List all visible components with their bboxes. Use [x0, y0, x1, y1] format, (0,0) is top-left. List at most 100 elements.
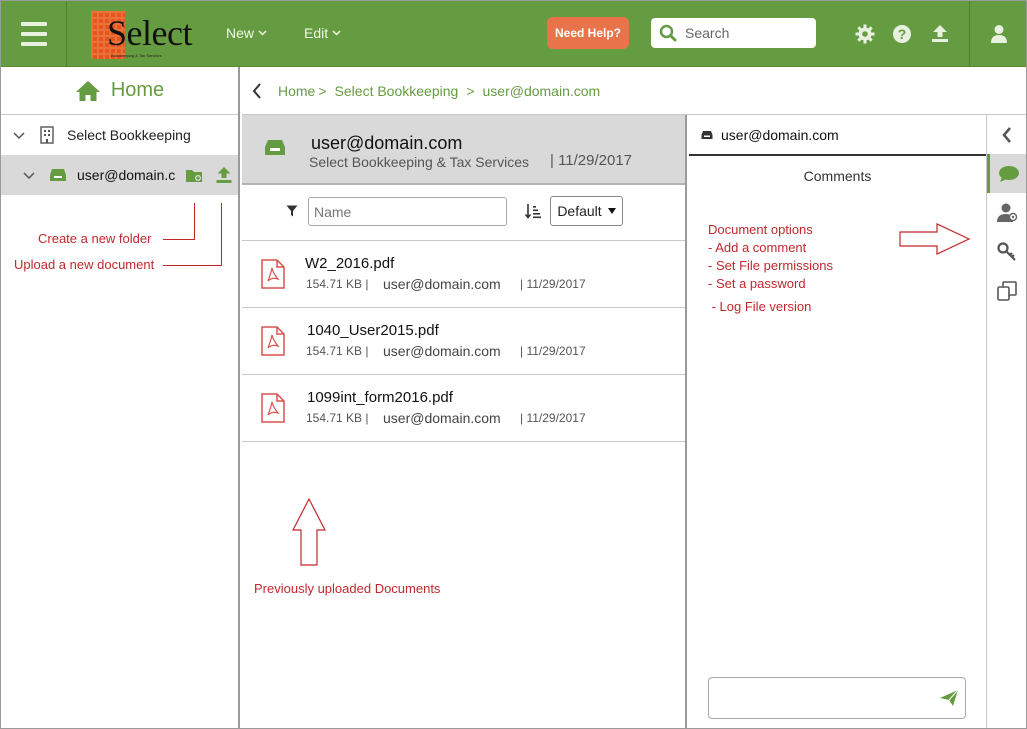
- upload-button[interactable]: [928, 22, 952, 46]
- annotation-previous-docs: Previously uploaded Documents: [254, 581, 441, 596]
- chevron-left-icon: [252, 82, 261, 99]
- home-link[interactable]: Home: [1, 67, 238, 115]
- document-size: 154.71 KB |: [306, 411, 369, 425]
- document-size: 154.71 KB |: [306, 277, 369, 291]
- key-icon: [997, 241, 1016, 261]
- annotation-line: [163, 239, 195, 240]
- permissions-button[interactable]: [987, 193, 1026, 232]
- document-row[interactable]: W2_2016.pdf 154.71 KB | user@domain.com …: [242, 241, 685, 308]
- comment-icon: [998, 165, 1019, 182]
- user-permissions-icon: [997, 203, 1018, 222]
- annotation-doc-option: - Set a password: [708, 276, 806, 291]
- versions-button[interactable]: [987, 271, 1026, 310]
- breadcrumb-select-bookkeeping[interactable]: Select Bookkeeping: [335, 83, 459, 99]
- building-icon: [40, 126, 54, 144]
- sort-select-value: Default: [557, 203, 602, 219]
- annotation-doc-option: - Add a comment: [708, 240, 807, 255]
- tree-item-label: Select Bookkeeping: [67, 127, 191, 143]
- home-icon: [75, 80, 100, 101]
- annotation-line: [194, 203, 195, 239]
- document-name: 1040_User2015.pdf: [307, 322, 439, 339]
- pdf-icon: [261, 259, 285, 289]
- user-menu-button[interactable]: [969, 1, 1026, 67]
- tree-item-user-folder[interactable]: user@domain.c: [1, 155, 238, 195]
- logo-tagline: Bookkeeping & Tax Services: [111, 53, 162, 58]
- new-menu[interactable]: New: [226, 25, 267, 41]
- document-row[interactable]: 1099int_form2016.pdf 154.71 KB | user@do…: [242, 375, 685, 442]
- caret-down-icon: [607, 208, 616, 214]
- new-menu-label: New: [226, 25, 255, 41]
- tree-item-select-bookkeeping[interactable]: Select Bookkeeping: [1, 115, 238, 155]
- gear-icon: [855, 24, 875, 44]
- search-icon: [659, 24, 677, 42]
- need-help-button[interactable]: Need Help?: [547, 17, 629, 49]
- edit-menu[interactable]: Edit: [304, 25, 341, 41]
- chevron-down-icon: [332, 30, 341, 36]
- filter-icon: [286, 205, 298, 217]
- pdf-icon: [261, 393, 285, 423]
- annotation-right-arrow: [899, 223, 971, 255]
- password-button[interactable]: [987, 232, 1026, 271]
- annotation-doc-options-title: Document options: [708, 222, 813, 237]
- folder-date: | 11/29/2017: [550, 152, 633, 169]
- copy-icon: [997, 280, 1017, 301]
- logo: Select Bookkeeping & Tax Services: [89, 9, 192, 61]
- breadcrumb: Home > Select Bookkeeping > user@domain.…: [242, 67, 1026, 115]
- document-list-panel: user@domain.com Select Bookkeeping & Tax…: [242, 115, 687, 728]
- annotation-line: [163, 265, 222, 266]
- document-date: | 11/29/2017: [520, 344, 586, 358]
- document-owner: user@domain.com: [383, 410, 501, 426]
- upload-icon: [932, 25, 948, 42]
- annotation-up-arrow: [292, 498, 326, 566]
- annotation-doc-option: - Log File version: [708, 299, 812, 314]
- user-icon: [991, 25, 1007, 43]
- chevron-left-icon: [1002, 126, 1011, 143]
- folder-header: user@domain.com Select Bookkeeping & Tax…: [242, 115, 685, 185]
- folder-add-icon: [186, 169, 202, 182]
- app-window: Select Bookkeeping & Tax Services New Ed…: [0, 0, 1027, 729]
- comments-button[interactable]: [987, 154, 1026, 193]
- sort-select[interactable]: Default: [550, 196, 623, 226]
- logo-text: Select: [107, 13, 192, 53]
- document-name: W2_2016.pdf: [305, 255, 395, 272]
- upload-document-button[interactable]: [215, 166, 233, 184]
- side-toolbar: [986, 115, 1026, 728]
- menu-icon: [20, 19, 47, 49]
- name-filter-input[interactable]: [308, 197, 507, 226]
- annotation-create-folder: Create a new folder: [38, 231, 152, 246]
- comments-title: Comments: [803, 168, 872, 184]
- drive-icon: [701, 130, 713, 139]
- chevron-down-icon[interactable]: [21, 171, 37, 180]
- collapse-panel-button[interactable]: [987, 115, 1026, 154]
- svg-text:?: ?: [898, 26, 907, 42]
- back-button[interactable]: [252, 82, 262, 99]
- breadcrumb-user-folder[interactable]: user@domain.com: [483, 83, 601, 99]
- help-button[interactable]: ?: [890, 22, 914, 46]
- sort-order-button[interactable]: [524, 203, 541, 224]
- document-row[interactable]: 1040_User2015.pdf 154.71 KB | user@domai…: [242, 308, 685, 375]
- chevron-down-icon[interactable]: [11, 131, 27, 140]
- annotation-upload-document: Upload a new document: [14, 257, 155, 272]
- menu-button[interactable]: [1, 1, 67, 67]
- drive-icon: [50, 169, 66, 181]
- breadcrumb-separator: >: [466, 82, 475, 99]
- detail-header: user@domain.com: [689, 115, 986, 156]
- comment-input[interactable]: [708, 677, 966, 719]
- document-owner: user@domain.com: [383, 343, 501, 359]
- detail-panel: user@domain.com Comments: [689, 115, 986, 728]
- breadcrumb-home[interactable]: Home: [278, 83, 315, 99]
- tree-item-label: user@domain.c: [77, 167, 176, 183]
- document-name: 1099int_form2016.pdf: [307, 389, 453, 406]
- send-button[interactable]: [939, 689, 959, 712]
- upload-icon: [216, 167, 232, 183]
- breadcrumb-separator: >: [318, 82, 327, 99]
- document-date: | 11/29/2017: [520, 277, 586, 291]
- pdf-icon: [261, 326, 285, 356]
- settings-button[interactable]: [853, 22, 877, 46]
- new-folder-button[interactable]: [185, 168, 203, 183]
- search-input[interactable]: [685, 25, 805, 41]
- chevron-down-icon: [258, 30, 267, 36]
- drive-icon: [265, 140, 285, 155]
- folder-subtitle: Select Bookkeeping & Tax Services: [309, 154, 529, 170]
- help-icon: ?: [893, 25, 911, 43]
